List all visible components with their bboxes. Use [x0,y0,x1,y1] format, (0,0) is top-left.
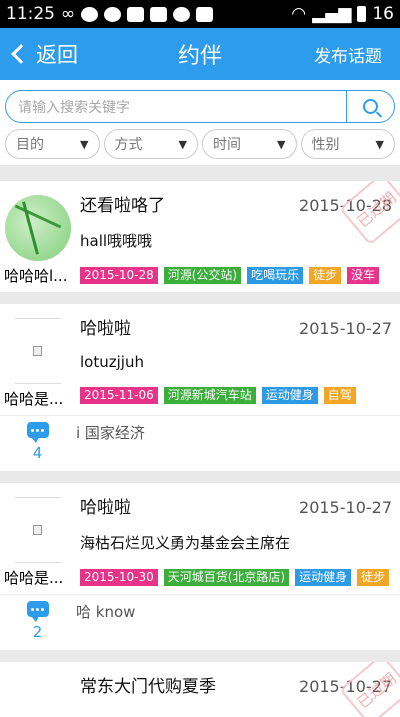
tag-list: 2015-10-30 天河城百货(北京路店) 运动健身 徒步 [80,569,392,586]
tag-date: 2015-10-30 [80,569,158,586]
comment-row[interactable]: 4 i 国家经济 [0,415,400,471]
tag-mode: 自驾 [323,387,356,404]
chat-bubble-icon [81,6,99,22]
tag-date: 2015-11-06 [80,387,158,404]
post-date: 2015-10-27 [299,498,392,517]
filter-mode[interactable]: 方式 ▼ [103,129,198,159]
download-icon [196,6,214,22]
post-card[interactable]: 已过期 常东大门代购夏季 2015-10-27 [0,662,400,717]
tag-car: 没车 [347,267,380,284]
battery-icon [357,6,367,22]
filter-label: 目的 [16,137,44,153]
message-icon [104,6,122,22]
latest-comment: 哈 know [76,603,136,621]
comment-count-value: 2 [32,623,43,641]
filter-bar: 目的 ▼ 方式 ▼ 时间 ▼ 性别 ▼ [5,129,395,159]
tag-activity: 运动健身 [295,569,352,586]
dropdown-arrow-icon: ▼ [178,137,187,151]
status-time: 11:25 [6,4,55,24]
filter-time[interactable]: 时间 ▼ [202,129,297,159]
post-title: 哈啦啦 [80,498,131,518]
status-bar: 11:25 ∞ ◠ ▂▄▆ 16 [0,0,400,28]
latest-comment: i 国家经济 [76,424,145,442]
comment-count[interactable]: 2 [0,601,75,644]
post-description: lotuzjjuh [80,353,144,371]
broken-image-icon [33,525,42,535]
broken-image-icon [33,346,42,356]
publish-topic-button[interactable]: 发布话题 [314,42,400,67]
divider [0,471,400,483]
tag-date: 2015-10-28 [80,267,158,284]
signal-icon: ▂▄▆ [312,4,352,24]
check-icon [173,6,191,22]
comment-count[interactable]: 4 [0,422,75,465]
comment-icon [26,422,49,443]
tag-activity: 吃喝玩乐 [247,267,304,284]
tag-mode: 徒步 [309,267,342,284]
divider [0,650,400,662]
image-icon [150,6,168,22]
filter-label: 性别 [311,137,340,153]
user-nickname: 哈哈是... [4,569,64,587]
post-title: 哈啦啦 [80,319,131,339]
tag-list: 2015-10-28 河源(公交站) 吃喝玩乐 徒步 没车 [80,267,392,284]
dropdown-arrow-icon: ▼ [277,137,286,151]
tag-activity: 运动健身 [261,387,318,404]
dropdown-arrow-icon: ▼ [375,137,384,151]
search-icon [363,99,378,114]
tag-place: 天河城百货(北京路店) [163,569,290,586]
post-card[interactable]: 已过期 哈哈哈l... 还看啦咯了 2015-10-28 hall哦哦哦 201… [0,181,400,292]
filter-destination[interactable]: 目的 ▼ [5,129,100,159]
back-label: 返回 [36,43,78,67]
tag-list: 2015-11-06 河源新城汽车站 运动健身 自驾 [80,387,392,404]
post-card[interactable]: 哈哈是... 哈啦啦 2015-10-27 lotuzjjuh 2015-11-… [0,304,400,471]
wifi-icon: ◠ [291,4,307,24]
filter-gender[interactable]: 性别 ▼ [300,129,395,159]
post-description: 海枯石烂见义勇为基金会主席在 [80,534,291,552]
divider [0,292,400,304]
comment-icon [26,601,49,622]
divider [0,165,400,181]
mail-icon [127,6,145,22]
filter-label: 时间 [213,137,241,153]
search-input[interactable] [6,98,346,115]
post-title: 还看啦咯了 [80,196,165,216]
dropdown-arrow-icon: ▼ [80,137,89,151]
title-bar: 返回 约伴 发布话题 [0,28,400,80]
search-box [5,90,395,123]
post-date: 2015-10-27 [299,319,392,338]
avatar[interactable] [14,497,61,563]
comment-row[interactable]: 2 哈 know [0,594,400,650]
tag-place: 河源(公交站) [163,267,242,284]
tag-mode: 徒步 [357,569,390,586]
search-button[interactable] [346,91,394,122]
post-description: hall哦哦哦 [80,232,153,250]
avatar[interactable] [4,195,71,261]
chevron-left-icon [11,44,31,64]
user-nickname: 哈哈是... [4,390,64,408]
post-title: 常东大门代购夏季 [80,677,216,697]
back-button[interactable]: 返回 [0,39,78,69]
post-card[interactable]: 哈哈是... 哈啦啦 2015-10-27 海枯石烂见义勇为基金会主席在 201… [0,483,400,650]
user-nickname: 哈哈哈l... [4,267,68,285]
battery-level: 16 [372,4,394,24]
filter-label: 方式 [114,137,143,153]
comment-count-value: 4 [32,444,43,462]
tag-place: 河源新城汽车站 [163,387,256,404]
search-area: 目的 ▼ 方式 ▼ 时间 ▼ 性别 ▼ [0,80,400,165]
infinity-icon: ∞ [61,4,76,24]
avatar[interactable] [14,318,61,384]
